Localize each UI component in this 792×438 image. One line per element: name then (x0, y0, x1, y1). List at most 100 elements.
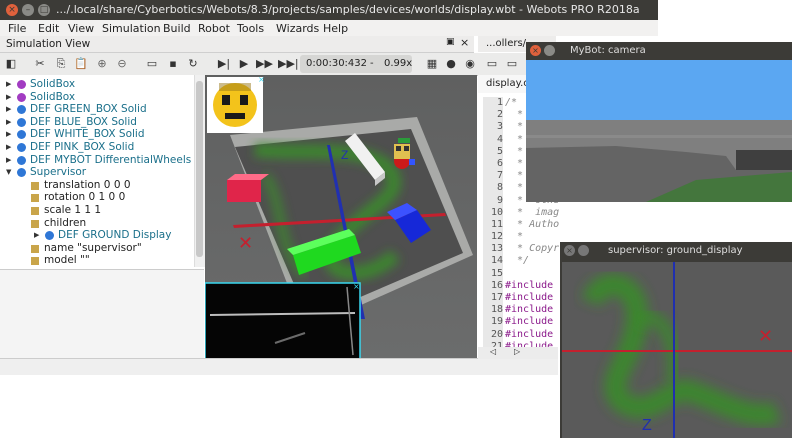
save-world-icon[interactable]: ▪ (165, 56, 181, 72)
line-number: 17 (490, 292, 503, 303)
menu-tools[interactable]: Tools (237, 22, 264, 35)
close-camera-window-icon[interactable]: × (530, 45, 541, 56)
scene-tree-item[interactable]: ▶ SolidBox (0, 91, 194, 104)
copy-icon[interactable]: ⎘ (53, 56, 69, 72)
scene-tree-item[interactable]: ▶ SolidBox (0, 78, 194, 91)
scrollbar-thumb[interactable] (196, 81, 203, 257)
scene-tree-item[interactable]: ▶ DEF MYBOT DifferentialWheels (0, 154, 194, 167)
scene-tree-item[interactable]: name "supervisor" (0, 242, 194, 255)
menu-edit[interactable]: Edit (38, 22, 59, 35)
expand-arrow-icon[interactable]: ▶ (6, 78, 11, 91)
scene-tree-item-label: Supervisor (30, 166, 87, 179)
scene-tree-item-label: SolidBox (30, 78, 76, 90)
scene-tree-item[interactable]: translation 0 0 0 (0, 179, 194, 192)
menu-view[interactable]: View (68, 22, 94, 35)
minimize-window-icon[interactable]: – (22, 4, 34, 16)
close-ground-display-icon[interactable]: × (564, 245, 575, 256)
field-icon (31, 194, 39, 203)
node-icon (17, 155, 26, 165)
simulation-time: 0:00:30:432 (306, 58, 368, 69)
menu-file[interactable]: File (8, 22, 26, 35)
expand-arrow-icon[interactable]: ▶ (6, 103, 11, 116)
scene-tree-item[interactable]: ▶ DEF WHITE_BOX Solid (0, 128, 194, 141)
open-world-icon[interactable]: ▭ (144, 56, 160, 72)
line-number: 3 (496, 121, 503, 133)
paste-icon[interactable]: 📋 (73, 56, 89, 72)
line-number: 2 (496, 109, 503, 121)
minimize-ground-display-icon[interactable] (578, 245, 589, 256)
scene-tree-item-label: SolidBox (30, 90, 76, 103)
camera-window-title-bar[interactable]: × MyBot: camera (526, 42, 792, 60)
expand-arrow-icon[interactable]: ▶ (6, 141, 11, 154)
delete-node-icon[interactable]: ⊖ (114, 56, 130, 72)
close-panel-icon[interactable]: × (460, 36, 469, 49)
scene-tree-scrollbar[interactable] (194, 75, 205, 267)
float-panel-icon[interactable]: ▣ (446, 37, 455, 47)
close-window-icon[interactable]: × (6, 4, 18, 16)
cut-icon[interactable]: ✂ (32, 56, 48, 72)
new-file-icon[interactable]: ▭ (484, 56, 500, 72)
z-marker: Z (341, 148, 348, 162)
expand-arrow-icon[interactable]: ▶ (6, 154, 11, 167)
scene-tree-item-label: DEF PINK_BOX Solid (30, 141, 135, 153)
ground-display-title-bar[interactable]: × supervisor: ground_display (560, 242, 792, 260)
line-number: 9 (496, 194, 503, 206)
scene-tree-item[interactable]: ▶ DEF BLUE_BOX Solid (0, 116, 194, 129)
x-marker: ✕ (238, 233, 253, 253)
scene-tree-item[interactable]: ▶ DEF GREEN_BOX Solid (0, 103, 194, 116)
record-movie-icon[interactable]: ▦ (424, 56, 440, 72)
expand-arrow-icon[interactable]: ▶ (6, 128, 11, 141)
status-bar (0, 358, 558, 375)
scene-tree-item-label: name "supervisor" (44, 241, 142, 254)
open-file-icon[interactable]: ▭ (504, 56, 520, 72)
scene-tree-item[interactable]: children (0, 217, 194, 230)
menu-wizards[interactable]: Wizards (276, 22, 319, 35)
fast-icon[interactable]: ▶▶ (256, 56, 273, 72)
scroll-left-icon[interactable]: ◁ (490, 347, 496, 356)
scene-tree-item[interactable]: ▶ DEF GROUND Display (0, 229, 194, 242)
3d-scene-view[interactable]: ✕ Z × × (205, 75, 477, 359)
toggle-scene-tree-icon[interactable]: ◧ (3, 56, 19, 72)
menu-build[interactable]: Build (163, 22, 191, 35)
simulation-time-box: 0:00:30:432 - 0.99x (300, 55, 412, 73)
scene-tree-item[interactable]: rotation 0 1 0 0 (0, 191, 194, 204)
menu-robot[interactable]: Robot (198, 22, 230, 35)
add-node-icon[interactable]: ⊕ (94, 56, 110, 72)
run-icon[interactable]: ▶ (236, 56, 252, 72)
menu-help[interactable]: Help (323, 22, 348, 35)
menu-bar: File Edit View Simulation Build Robot To… (0, 20, 658, 36)
expand-arrow-icon[interactable]: ▶ (6, 91, 11, 104)
camera-window[interactable]: × MyBot: camera (526, 42, 792, 202)
main-window-title-bar[interactable]: × – □ .../.local/share/Cyberbotics/Webot… (0, 0, 658, 20)
line-number-gutter: 123456789101112131415161718192021 (483, 97, 503, 352)
node-icon (17, 105, 26, 115)
code-line: #include (505, 279, 554, 291)
scene-tree-item[interactable]: ▼ Supervisor (0, 166, 194, 179)
screenshot-icon[interactable]: ◉ (462, 56, 478, 72)
step-icon[interactable]: ▶| (216, 56, 232, 72)
line-number: 7 (496, 170, 503, 182)
ground-display-window[interactable]: × supervisor: ground_display ✕ Z (560, 242, 792, 438)
field-icon (31, 257, 39, 266)
expand-arrow-icon[interactable]: ▶ (34, 229, 39, 242)
maximize-window-icon[interactable]: □ (38, 4, 50, 16)
line-number: 12 (490, 231, 503, 243)
camera-image (526, 60, 792, 202)
scene-tree[interactable]: ▶ SolidBox ▶ SolidBox ▶ DEF GREEN_BOX Solid ▶ D… (0, 75, 195, 267)
minimize-camera-window-icon[interactable] (544, 45, 555, 56)
reload-world-icon[interactable]: ↻ (185, 56, 201, 72)
scene-tree-item[interactable]: scale 1 1 1 (0, 204, 194, 217)
scene-tree-item[interactable]: ▶ DEF PINK_BOX Solid (0, 141, 194, 154)
record-animation-icon[interactable]: ● (443, 56, 459, 72)
field-editor-panel (0, 269, 204, 358)
code-line: #include (505, 292, 554, 303)
expand-arrow-icon[interactable]: ▶ (6, 116, 11, 129)
scene-tree-item-label: DEF MYBOT DifferentialWheels (30, 153, 192, 166)
menu-simulation[interactable]: Simulation (102, 22, 161, 35)
scroll-right-icon[interactable]: ▷ (514, 347, 520, 356)
line-number: 10 (490, 206, 503, 218)
scene-tree-item[interactable]: model "" (0, 254, 194, 267)
expand-arrow-icon[interactable]: ▼ (6, 166, 11, 179)
ground-red-line (562, 350, 792, 352)
fastest-icon[interactable]: ▶▶| (278, 56, 299, 72)
